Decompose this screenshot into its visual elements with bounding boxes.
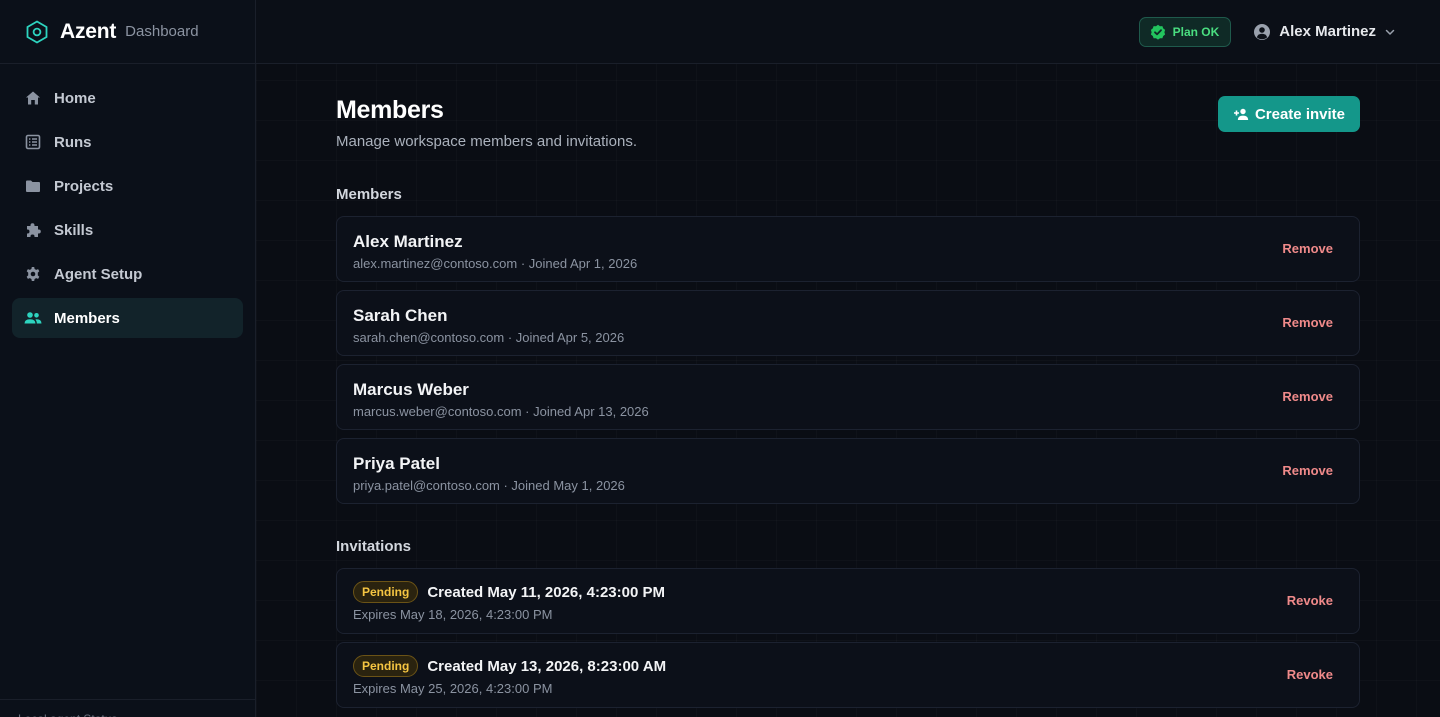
member-name: Priya Patel [353, 454, 440, 473]
plan-status-label: Plan OK [1172, 24, 1220, 39]
user-avatar-icon [1253, 23, 1271, 41]
page-title: Members [336, 96, 444, 124]
pending-status-badge: Pending [353, 655, 419, 677]
member-meta: alex.martinez@contoso.com · Joined Apr 1… [353, 256, 638, 271]
revoke-invite-button[interactable]: Revoke [1287, 593, 1333, 608]
invitations-section-title: Invitations [336, 538, 412, 555]
list-icon [24, 133, 42, 151]
sidebar-item-home[interactable]: Home [12, 78, 243, 118]
folder-icon [24, 177, 42, 195]
member-name: Marcus Weber [353, 380, 469, 399]
invitation-row: Pending Created May 13, 2026, 8:23:00 AM… [336, 642, 1360, 708]
invitation-expires: Expires May 25, 2026, 4:23:00 PM [353, 681, 553, 696]
sidebar-item-label: Members [54, 309, 120, 327]
member-meta: marcus.weber@contoso.com · Joined Apr 13… [353, 404, 649, 419]
invitation-expires: Expires May 18, 2026, 4:23:00 PM [353, 607, 553, 622]
brand-subtitle: Dashboard [125, 23, 199, 40]
main-area: Plan OK Alex Martinez Members Manage wor… [256, 0, 1440, 717]
home-icon [24, 89, 42, 107]
member-row: Sarah Chen sarah.chen@contoso.com · Join… [336, 290, 1360, 356]
add-user-icon [1233, 106, 1249, 122]
page-subtitle: Manage workspace members and invitations… [336, 133, 637, 150]
plan-status-badge[interactable]: Plan OK [1138, 16, 1232, 47]
gear-icon [24, 265, 42, 283]
sidebar-nav: Home Runs Projects Skills Agent Setup Me… [0, 64, 255, 338]
pending-status-badge: Pending [353, 581, 419, 603]
brand[interactable]: Azent Dashboard [0, 0, 255, 64]
revoke-invite-button[interactable]: Revoke [1287, 667, 1333, 682]
topbar: Plan OK Alex Martinez [256, 0, 1440, 64]
user-menu[interactable]: Alex Martinez [1253, 23, 1396, 41]
sidebar-item-skills[interactable]: Skills [12, 210, 243, 250]
page-header: Members Manage workspace members and inv… [336, 96, 1360, 166]
check-badge-icon [1150, 24, 1166, 40]
sidebar-item-runs[interactable]: Runs [12, 122, 243, 162]
remove-member-button[interactable]: Remove [1282, 389, 1333, 404]
member-row: Marcus Weber marcus.weber@contoso.com · … [336, 364, 1360, 430]
member-meta: sarah.chen@contoso.com · Joined Apr 5, 2… [353, 330, 625, 345]
remove-member-button[interactable]: Remove [1282, 315, 1333, 330]
member-name: Alex Martinez [353, 232, 463, 251]
member-name: Sarah Chen [353, 306, 448, 325]
sidebar: Azent Dashboard Home Runs Projects Skill… [0, 0, 256, 717]
sidebar-item-label: Home [54, 89, 96, 107]
sidebar-item-label: Skills [54, 221, 94, 239]
sidebar-item-label: Runs [54, 133, 92, 151]
puzzle-icon [24, 221, 42, 239]
invitation-created: Created May 13, 2026, 8:23:00 AM [427, 657, 667, 675]
invitation-created: Created May 11, 2026, 4:23:00 PM [427, 583, 665, 601]
remove-member-button[interactable]: Remove [1282, 463, 1333, 478]
sidebar-item-label: Projects [54, 177, 114, 195]
sidebar-item-agent-setup[interactable]: Agent Setup [12, 254, 243, 294]
member-row: Alex Martinez alex.martinez@contoso.com … [336, 216, 1360, 282]
hexagon-logo-icon [26, 19, 48, 44]
brand-name: Azent [60, 19, 117, 43]
remove-member-button[interactable]: Remove [1282, 241, 1333, 256]
app-shell: Azent Dashboard Home Runs Projects Skill… [0, 0, 1440, 717]
create-invite-button[interactable]: Create invite [1217, 96, 1360, 132]
chevron-down-icon [1384, 26, 1396, 38]
members-page: Members Manage workspace members and inv… [336, 96, 1360, 716]
member-meta: priya.patel@contoso.com · Joined May 1, … [353, 478, 625, 493]
user-name: Alex Martinez [1279, 23, 1376, 40]
sidebar-item-projects[interactable]: Projects [12, 166, 243, 206]
sidebar-footer: Local agent Status [0, 699, 255, 717]
sidebar-item-label: Agent Setup [54, 265, 143, 283]
invitation-row: Pending Created May 11, 2026, 4:23:00 PM… [336, 568, 1360, 634]
sidebar-item-members[interactable]: Members [12, 298, 243, 338]
users-icon [24, 309, 42, 327]
members-section-title: Members [336, 186, 402, 203]
member-row: Priya Patel priya.patel@contoso.com · Jo… [336, 438, 1360, 504]
create-invite-label: Create invite [1254, 105, 1345, 123]
